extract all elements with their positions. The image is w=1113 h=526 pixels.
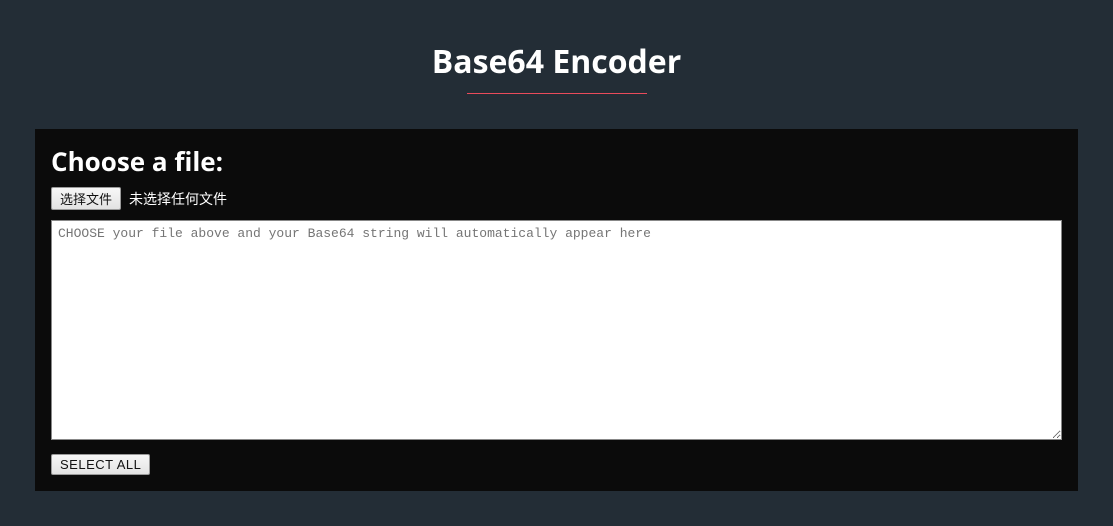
file-input-row: 选择文件 未选择任何文件 <box>51 187 1062 210</box>
choose-file-button[interactable]: 选择文件 <box>51 187 121 210</box>
page-title: Base64 Encoder <box>0 0 1113 93</box>
encoder-panel: Choose a file: 选择文件 未选择任何文件 SELECT ALL <box>35 129 1078 491</box>
select-all-button[interactable]: SELECT ALL <box>51 454 150 475</box>
choose-file-heading: Choose a file: <box>51 143 1062 179</box>
title-underline <box>467 93 647 94</box>
base64-output-textarea[interactable] <box>51 220 1062 440</box>
file-status-text: 未选择任何文件 <box>129 189 227 209</box>
